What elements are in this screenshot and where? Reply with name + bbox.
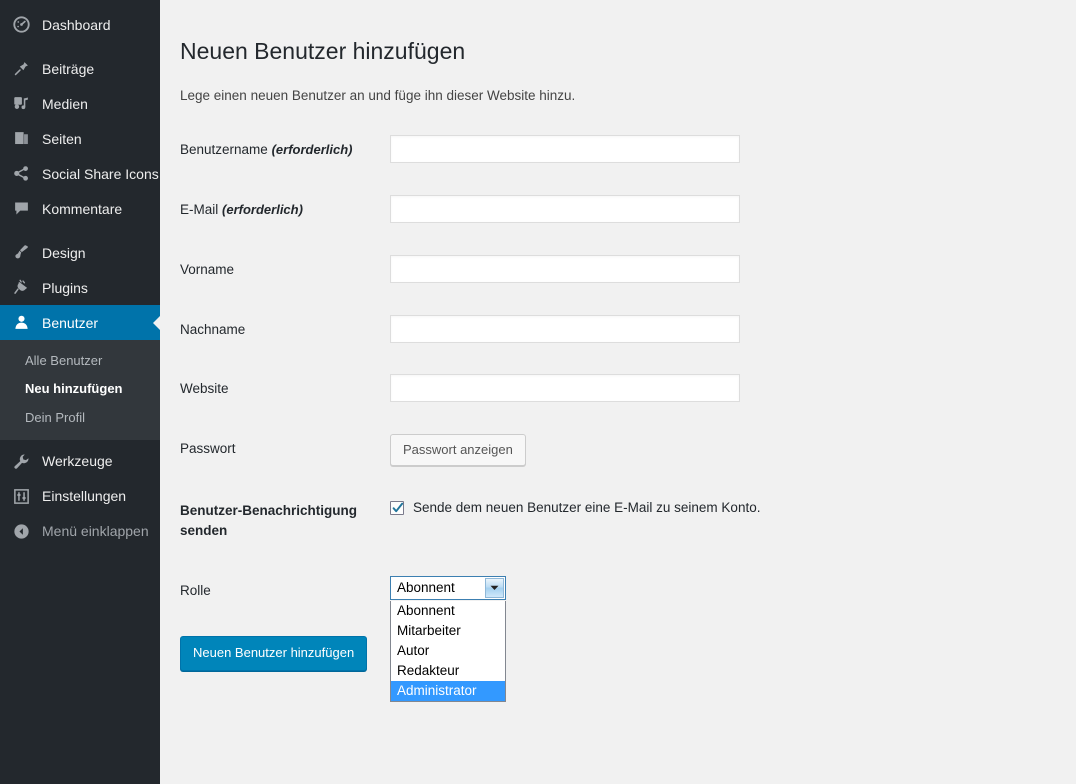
form-row-password: Passwort Passwort anzeigen [180, 419, 960, 482]
website-input[interactable] [390, 374, 740, 403]
sidebar-item-label: Design [42, 244, 86, 261]
sidebar-item-media[interactable]: Medien [0, 86, 160, 121]
firstname-input[interactable] [390, 254, 740, 283]
sidebar-separator [0, 226, 160, 235]
dashboard-icon [11, 15, 31, 35]
sidebar-item-settings[interactable]: Einstellungen [0, 479, 160, 514]
brush-icon [11, 243, 31, 263]
sidebar-item-label: Werkzeuge [42, 453, 113, 470]
email-input[interactable] [390, 195, 740, 224]
label-lastname: Nachname [180, 321, 246, 337]
sidebar-item-appearance[interactable]: Design [0, 235, 160, 270]
sidebar-item-label: Einstellungen [42, 488, 127, 505]
page-title: Neuen Benutzer hinzufügen [180, 38, 466, 64]
role-select-wrapper: Abonnent Abonnent Mitarbeiter Autor Reda… [390, 575, 506, 702]
role-option-administrator[interactable]: Administrator [391, 680, 505, 701]
form-row-lastname: Nachname [180, 300, 960, 360]
label-role: Rolle [180, 582, 211, 598]
form-row-role: Rolle Abonnent Abonnent Mitarbeiter Auto… [180, 561, 960, 702]
sidebar-item-label: Medien [42, 95, 88, 112]
sidebar-item-dashboard[interactable]: Dashboard [0, 7, 160, 42]
submenu-item-all-users[interactable]: Alle Benutzer [0, 347, 160, 375]
main-content: Neuen Benutzer hinzufügen Lege einen neu… [160, 0, 1076, 784]
admin-screen: Dashboard Beiträge Medien Seiten Social … [0, 0, 1076, 784]
label-email-hint: (erforderlich) [222, 202, 303, 218]
label-send-user-notification: Benutzer-Benachrichtigung senden [180, 503, 358, 538]
user-icon [11, 313, 31, 333]
checkmark-icon [392, 502, 404, 513]
comment-icon [11, 199, 31, 219]
form-row-username: Benutzername (erforderlich) [180, 120, 960, 180]
sidebar-item-label: Social Share Icons [42, 165, 159, 182]
form-row-email: E-Mail (erforderlich) [180, 180, 960, 240]
label-email-text: E-Mail [180, 202, 219, 218]
username-input[interactable] [390, 135, 740, 164]
form-row-website: Website [180, 359, 960, 419]
sidebar-item-label: Dashboard [42, 16, 111, 33]
role-option-abonnent[interactable]: Abonnent [391, 601, 505, 621]
role-option-redakteur[interactable]: Redakteur [391, 661, 505, 681]
sidebar-item-label: Benutzer [42, 314, 99, 331]
settings-icon [11, 486, 31, 506]
page-description: Lege einen neuen Benutzer an und füge ih… [180, 88, 576, 103]
sidebar-item-collapse-menu[interactable]: Menü einklappen [0, 514, 160, 549]
sidebar-item-label: Plugins [42, 279, 88, 296]
sidebar-separator [0, 42, 160, 51]
send-notification-label[interactable]: Sende dem neuen Benutzer eine E-Mail zu … [413, 500, 760, 515]
sidebar-item-plugins[interactable]: Plugins [0, 270, 160, 305]
send-notification-checkbox[interactable] [390, 500, 404, 515]
form-row-notification: Benutzer-Benachrichtigung senden Sende d… [180, 481, 960, 560]
admin-sidebar: Dashboard Beiträge Medien Seiten Social … [0, 0, 161, 784]
sidebar-item-social-share-icons[interactable]: Social Share Icons [0, 156, 160, 191]
send-notification-row: Sende dem neuen Benutzer eine E-Mail zu … [390, 496, 950, 515]
label-username-text: Benutzername [180, 142, 268, 158]
pages-icon [11, 129, 31, 149]
label-website: Website [180, 381, 229, 397]
add-new-user-button[interactable]: Neuen Benutzer hinzufügen [180, 636, 368, 671]
sidebar-item-users[interactable]: Benutzer [0, 305, 161, 340]
sidebar-item-label: Menü einklappen [42, 523, 149, 540]
role-select[interactable]: Abonnent [390, 575, 506, 600]
sidebar-item-pages[interactable]: Seiten [0, 121, 160, 156]
share-icon [11, 164, 31, 184]
sidebar-item-label: Seiten [42, 130, 82, 147]
sidebar-item-label: Beiträge [42, 60, 95, 77]
label-username-hint: (erforderlich) [271, 142, 353, 158]
role-option-autor[interactable]: Autor [391, 641, 505, 661]
add-user-form: Benutzername (erforderlich) E-Mail (erfo… [180, 120, 960, 702]
submenu-item-add-new[interactable]: Neu hinzufügen [0, 375, 160, 403]
lastname-input[interactable] [390, 314, 740, 343]
chevron-down-icon[interactable] [485, 577, 504, 598]
wrench-icon [11, 451, 31, 471]
sidebar-item-tools[interactable]: Werkzeuge [0, 444, 160, 479]
label-email: E-Mail (erforderlich) [180, 180, 380, 240]
role-option-mitarbeiter[interactable]: Mitarbeiter [391, 621, 505, 641]
sidebar-item-posts[interactable]: Beiträge [0, 51, 160, 86]
plug-icon [11, 278, 31, 298]
form-row-firstname: Vorname [180, 240, 960, 300]
sidebar-item-comments[interactable]: Kommentare [0, 191, 160, 226]
collapse-icon [11, 521, 31, 541]
label-password: Passwort [180, 440, 236, 456]
label-username: Benutzername (erforderlich) [180, 120, 380, 180]
role-options-list: Abonnent Mitarbeiter Autor Redakteur Adm… [390, 600, 506, 702]
media-icon [11, 94, 31, 114]
role-select-value: Abonnent [397, 580, 455, 596]
sidebar-item-label: Kommentare [42, 200, 123, 217]
submenu-item-your-profile[interactable]: Dein Profil [0, 404, 160, 432]
label-firstname: Vorname [180, 261, 235, 277]
users-submenu: Alle Benutzer Neu hinzufügen Dein Profil [0, 340, 160, 440]
pin-icon [11, 59, 31, 79]
submit-row: Neuen Benutzer hinzufügen [180, 620, 1076, 671]
show-password-button[interactable]: Passwort anzeigen [390, 433, 526, 467]
